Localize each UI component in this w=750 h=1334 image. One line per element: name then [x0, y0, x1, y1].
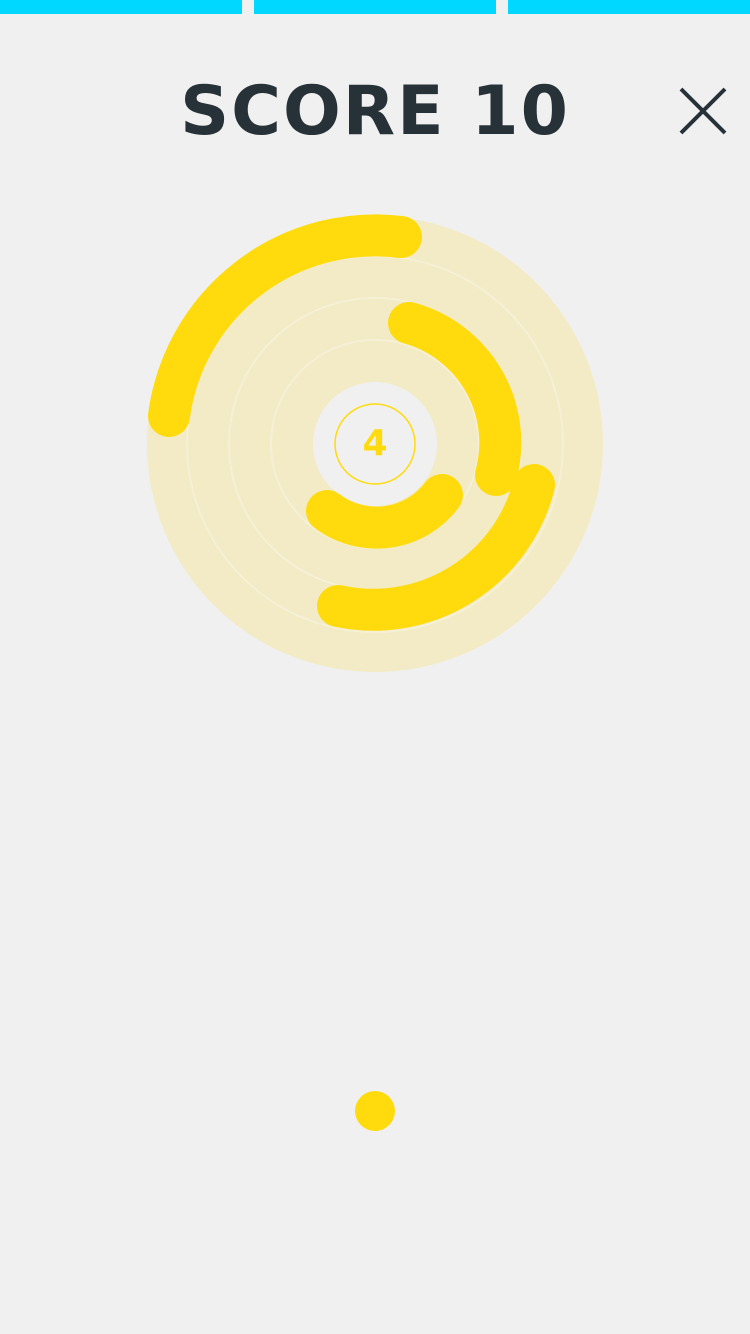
ball[interactable] — [355, 1091, 395, 1131]
level-progress-bar — [0, 0, 750, 14]
progress-segment — [508, 0, 750, 14]
close-icon — [679, 87, 727, 135]
level-number: 4 — [362, 423, 388, 464]
score-label: SCORE 10 — [180, 72, 570, 151]
close-button[interactable] — [678, 86, 728, 136]
progress-segment — [0, 0, 242, 14]
progress-segment — [254, 0, 496, 14]
